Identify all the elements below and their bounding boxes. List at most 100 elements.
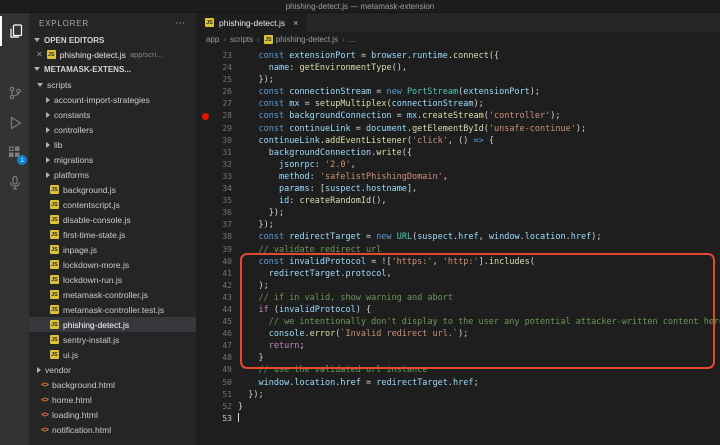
tree-item-platforms[interactable]: platforms: [29, 167, 196, 182]
tree-item-first-time-state.js[interactable]: JSfirst-time-state.js: [29, 227, 196, 242]
line-number[interactable]: 49: [196, 364, 238, 376]
microphone-icon[interactable]: [0, 168, 29, 198]
tree-item-metamask-controller.test.js[interactable]: JSmetamask-controller.test.js: [29, 302, 196, 317]
code-line-31[interactable]: 31 backgroundConnection.write({: [196, 147, 720, 159]
tree-item-ui.js[interactable]: JSui.js: [29, 347, 196, 362]
code-line-41[interactable]: 41 redirectTarget.protocol,: [196, 268, 720, 280]
line-number[interactable]: 32: [196, 159, 238, 171]
tree-item-migrations[interactable]: migrations: [29, 152, 196, 167]
line-number[interactable]: 37: [196, 219, 238, 231]
code-line-52[interactable]: 52}: [196, 401, 720, 413]
code-line-29[interactable]: 29 const continueLink = document.getElem…: [196, 123, 720, 135]
more-actions-icon[interactable]: ⋯: [175, 18, 186, 29]
line-number[interactable]: 51: [196, 389, 238, 401]
open-editor-item[interactable]: ✕ JS phishing-detect.js app/scri...: [29, 47, 196, 62]
breadcrumb-item-phishing-detect.js[interactable]: JSphishing-detect.js: [264, 35, 338, 44]
tree-item-account-import-strategies[interactable]: account-import-strategies: [29, 92, 196, 107]
line-number[interactable]: 52: [196, 401, 238, 413]
tree-item-metamask-controller.js[interactable]: JSmetamask-controller.js: [29, 287, 196, 302]
line-number[interactable]: 35: [196, 195, 238, 207]
code-line-26[interactable]: 26 const connectionStream = new PortStre…: [196, 86, 720, 98]
code-line-53[interactable]: 53: [196, 413, 720, 425]
tree-item-lockdown-run.js[interactable]: JSlockdown-run.js: [29, 272, 196, 287]
tree-item-controllers[interactable]: controllers: [29, 122, 196, 137]
code-line-38[interactable]: 38 const redirectTarget = new URL(suspec…: [196, 231, 720, 243]
close-icon[interactable]: ✕: [36, 50, 43, 59]
code-line-25[interactable]: 25 });: [196, 74, 720, 86]
close-icon[interactable]: ×: [293, 18, 298, 28]
code-line-36[interactable]: 36 });: [196, 207, 720, 219]
breadcrumb-item-scripts[interactable]: scripts: [230, 35, 253, 44]
tree-item-disable-console.js[interactable]: JSdisable-console.js: [29, 212, 196, 227]
project-root-header[interactable]: METAMASK-EXTENS...: [29, 62, 196, 76]
tree-item-loading.html[interactable]: <>loading.html: [29, 407, 196, 422]
code-line-24[interactable]: 24 name: getEnvironmentType(),: [196, 62, 720, 74]
tree-item-background.html[interactable]: <>background.html: [29, 377, 196, 392]
code-editor[interactable]: 23 const extensionPort = browser.runtime…: [196, 47, 720, 445]
tree-item-phishing-detect.js[interactable]: JSphishing-detect.js: [29, 317, 196, 332]
tree-item-background.js[interactable]: JSbackground.js: [29, 182, 196, 197]
code-line-49[interactable]: 49 // use the validated url instance: [196, 364, 720, 376]
source-control-icon[interactable]: [0, 78, 29, 108]
line-number[interactable]: 48: [196, 352, 238, 364]
run-debug-icon[interactable]: [0, 108, 29, 138]
breadcrumb-item-app[interactable]: app: [206, 35, 219, 44]
code-line-48[interactable]: 48 }: [196, 352, 720, 364]
tree-item-sentry-install.js[interactable]: JSsentry-install.js: [29, 332, 196, 347]
code-line-43[interactable]: 43 // if in valid, show warning and abor…: [196, 292, 720, 304]
tree-item-home.html[interactable]: <>home.html: [29, 392, 196, 407]
tree-item-inpage.js[interactable]: JSinpage.js: [29, 242, 196, 257]
line-number[interactable]: 43: [196, 292, 238, 304]
line-number[interactable]: 45: [196, 316, 238, 328]
tab-phishing-detect[interactable]: JS phishing-detect.js ×: [196, 13, 307, 32]
breakpoint-icon[interactable]: [202, 113, 209, 120]
code-line-50[interactable]: 50 window.location.href = redirectTarget…: [196, 377, 720, 389]
tree-item-lib[interactable]: lib: [29, 137, 196, 152]
code-line-47[interactable]: 47 return;: [196, 340, 720, 352]
tree-item-contentscript.js[interactable]: JScontentscript.js: [29, 197, 196, 212]
line-number[interactable]: 42: [196, 280, 238, 292]
code-line-46[interactable]: 46 console.error(`Invalid redirect url.`…: [196, 328, 720, 340]
tree-item-lockdown-more.js[interactable]: JSlockdown-more.js: [29, 257, 196, 272]
extensions-icon[interactable]: 1: [0, 138, 29, 168]
code-line-30[interactable]: 30 continueLink.addEventListener('click'…: [196, 135, 720, 147]
line-number[interactable]: 27: [196, 98, 238, 110]
line-number[interactable]: 23: [196, 50, 238, 62]
code-line-45[interactable]: 45 // we intentionally don't display to …: [196, 316, 720, 328]
line-number[interactable]: 40: [196, 256, 238, 268]
line-number[interactable]: 47: [196, 340, 238, 352]
code-line-32[interactable]: 32 jsonrpc: '2.0',: [196, 159, 720, 171]
line-number[interactable]: 41: [196, 268, 238, 280]
explorer-icon[interactable]: [0, 16, 29, 46]
line-number[interactable]: 50: [196, 377, 238, 389]
line-number[interactable]: 31: [196, 147, 238, 159]
line-number[interactable]: 46: [196, 328, 238, 340]
code-line-42[interactable]: 42 );: [196, 280, 720, 292]
code-line-40[interactable]: 40 const invalidProtocol = !['https:', '…: [196, 256, 720, 268]
tree-item-scripts[interactable]: scripts: [29, 77, 196, 92]
line-number[interactable]: 29: [196, 123, 238, 135]
code-line-28[interactable]: 28 const backgroundConnection = mx.creat…: [196, 110, 720, 122]
line-number[interactable]: 34: [196, 183, 238, 195]
line-number[interactable]: 26: [196, 86, 238, 98]
tree-item-notification.html[interactable]: <>notification.html: [29, 422, 196, 437]
tree-item-constants[interactable]: constants: [29, 107, 196, 122]
code-line-34[interactable]: 34 params: [suspect.hostname],: [196, 183, 720, 195]
code-line-44[interactable]: 44 if (invalidProtocol) {: [196, 304, 720, 316]
line-number[interactable]: 38: [196, 231, 238, 243]
code-line-51[interactable]: 51 });: [196, 389, 720, 401]
code-line-27[interactable]: 27 const mx = setupMultiplex(connectionS…: [196, 98, 720, 110]
open-editors-header[interactable]: OPEN EDITORS: [29, 33, 196, 47]
line-number[interactable]: 36: [196, 207, 238, 219]
line-number[interactable]: 53: [196, 413, 238, 425]
line-number[interactable]: 24: [196, 62, 238, 74]
code-line-23[interactable]: 23 const extensionPort = browser.runtime…: [196, 50, 720, 62]
line-number[interactable]: 33: [196, 171, 238, 183]
line-number[interactable]: 44: [196, 304, 238, 316]
line-number[interactable]: 30: [196, 135, 238, 147]
code-line-33[interactable]: 33 method: 'safelistPhishingDomain',: [196, 171, 720, 183]
code-line-35[interactable]: 35 id: createRandomId(),: [196, 195, 720, 207]
line-number[interactable]: 39: [196, 244, 238, 256]
line-number[interactable]: 25: [196, 74, 238, 86]
tree-item-vendor[interactable]: vendor: [29, 362, 196, 377]
